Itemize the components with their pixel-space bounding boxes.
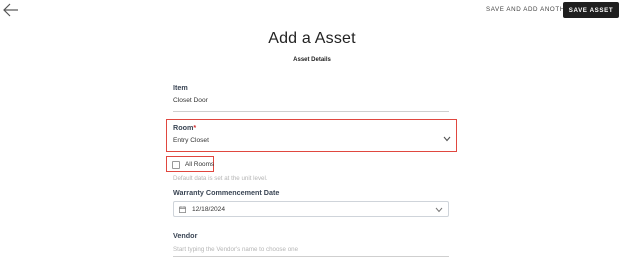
item-field[interactable]: Item Closet Door [173,83,449,112]
checkbox-icon[interactable] [172,160,180,169]
room-label: Room* [173,123,197,132]
calendar-icon [179,205,186,213]
item-label: Item [173,83,188,92]
page-title: Add a Asset [268,30,356,47]
helper-text: Default data is set at the unit level. [173,175,268,182]
chevron-down-icon [435,207,443,213]
all-rooms-label: All Rooms [185,161,215,168]
save-and-add-another-button[interactable]: SAVE AND ADD ANOTHER [486,6,575,16]
vendor-label: Vendor [173,231,198,240]
section-title: Asset Details [293,57,331,63]
vendor-input[interactable] [173,242,449,257]
required-mark: * [193,123,197,132]
chevron-down-icon [443,136,451,142]
arrow-left-icon [3,3,18,17]
warranty-date-label: Warranty Commencement Date [173,188,280,197]
room-value: Entry Closet [173,137,209,144]
save-asset-button[interactable]: SAVE ASSET [563,2,619,18]
room-select[interactable]: Room* Entry Closet [173,122,451,149]
back-button[interactable] [2,2,20,18]
item-value: Closet Door [173,97,208,104]
warranty-date-picker[interactable]: 12/18/2024 [173,201,449,217]
all-rooms-checkbox[interactable]: All Rooms [172,160,214,169]
warranty-date-value: 12/18/2024 [192,205,226,213]
save-asset-label: SAVE ASSET [568,6,614,14]
